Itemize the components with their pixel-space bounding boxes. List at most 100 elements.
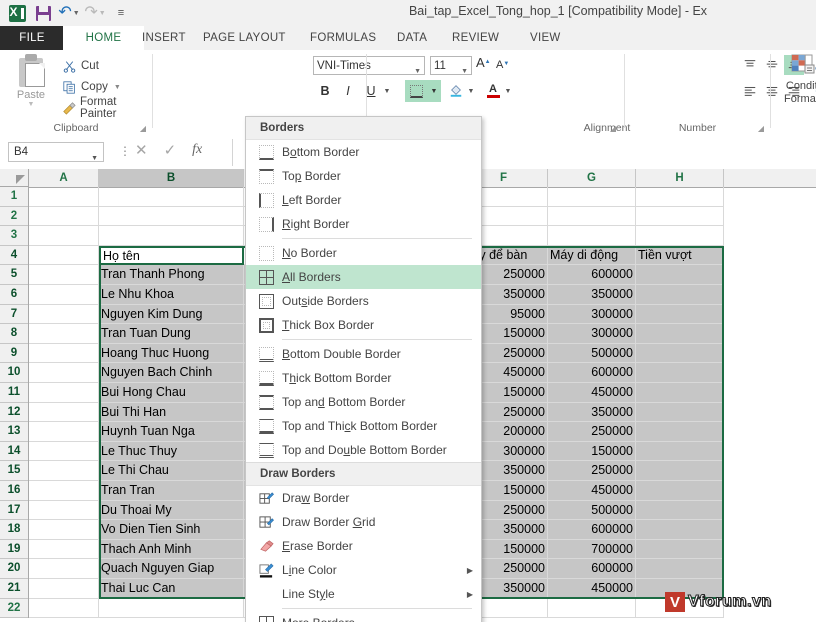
tab-view[interactable]: VIEW [521, 26, 570, 50]
row-header-7[interactable]: 7 [0, 305, 28, 325]
cell-H11[interactable] [636, 383, 724, 403]
cell-A3[interactable] [29, 226, 99, 246]
cell-H9[interactable] [636, 343, 724, 364]
confirm-entry-icon[interactable]: ✓ [164, 141, 177, 159]
row-header-2[interactable]: 2 [0, 207, 28, 227]
cell-A20[interactable] [29, 559, 99, 579]
cell-B22[interactable] [99, 598, 244, 619]
row-header-22[interactable]: 22 [0, 599, 28, 619]
tab-home[interactable]: HOME [63, 26, 144, 50]
cell-A7[interactable] [29, 304, 99, 325]
menu-item-top-and-double-bottom[interactable]: Top and Double Bottom Border [246, 438, 481, 462]
row-header-19[interactable]: 19 [0, 540, 28, 560]
menu-item-right-border[interactable]: Right Border [246, 212, 481, 236]
cell-G9[interactable]: 500000 [548, 343, 636, 364]
tab-page-layout[interactable]: PAGE LAYOUT [194, 26, 295, 50]
cell-G7[interactable]: 300000 [548, 304, 636, 325]
menu-item-thick-bottom-border[interactable]: Thick Bottom Border [246, 366, 481, 390]
cell-B8[interactable]: Tran Tuan Dung [99, 324, 244, 344]
menu-item-more-borders[interactable]: More Borders... [246, 611, 481, 622]
row-header-21[interactable]: 21 [0, 579, 28, 599]
cell-G20[interactable]: 600000 [548, 559, 636, 579]
cell-G5[interactable]: 600000 [548, 265, 636, 285]
column-header-b[interactable]: B [99, 169, 244, 187]
tab-insert[interactable]: INSERT [133, 26, 195, 50]
cell-A1[interactable] [29, 187, 99, 207]
copy-button[interactable]: Copy ▼ [60, 77, 121, 97]
cell-H14[interactable] [636, 441, 724, 462]
cell-B12[interactable]: Bui Thi Han [99, 402, 244, 423]
cell-G12[interactable]: 350000 [548, 402, 636, 423]
row-header-13[interactable]: 13 [0, 422, 28, 442]
cell-H7[interactable] [636, 304, 724, 325]
cell-A16[interactable] [29, 481, 99, 501]
alignment-dialog-launcher-icon[interactable]: ◢ [610, 124, 616, 133]
cell-H19[interactable] [636, 539, 724, 560]
copy-dropdown-caret-icon[interactable]: ▼ [114, 84, 121, 91]
cell-B5[interactable]: Tran Thanh Phong [99, 265, 244, 285]
cancel-entry-icon[interactable]: ✕ [135, 141, 148, 159]
cell-G21[interactable]: 450000 [548, 579, 636, 599]
cell-A2[interactable] [29, 206, 99, 227]
cell-G2[interactable] [548, 206, 636, 227]
cell-A13[interactable] [29, 422, 99, 442]
cell-A6[interactable] [29, 285, 99, 305]
tab-formulas[interactable]: FORMULAS [301, 26, 385, 50]
cell-G19[interactable]: 700000 [548, 539, 636, 560]
active-cell-b4[interactable]: Họ tên [99, 245, 244, 266]
cell-B20[interactable]: Quach Nguyen Giap [99, 559, 244, 579]
row-header-9[interactable]: 9 [0, 344, 28, 364]
cell-H18[interactable] [636, 520, 724, 540]
row-header-20[interactable]: 20 [0, 559, 28, 579]
cell-G22[interactable] [548, 598, 636, 619]
cell-H2[interactable] [636, 206, 724, 227]
format-painter-button[interactable]: Format Painter [60, 96, 152, 120]
cell-H8[interactable] [636, 324, 724, 344]
cell-A8[interactable] [29, 324, 99, 344]
row-header-10[interactable]: 10 [0, 363, 28, 383]
cell-H17[interactable] [636, 500, 724, 521]
cell-B3[interactable] [99, 226, 244, 246]
menu-item-erase-border[interactable]: Erase Border [246, 534, 481, 558]
column-header-a[interactable]: A [29, 169, 99, 187]
cell-H13[interactable] [636, 422, 724, 442]
cell-A17[interactable] [29, 500, 99, 521]
cell-G6[interactable]: 350000 [548, 285, 636, 305]
row-header-16[interactable]: 16 [0, 481, 28, 501]
cell-B16[interactable]: Tran Tran [99, 481, 244, 501]
menu-item-line-style[interactable]: Line Style ▶ [246, 582, 481, 606]
cell-B1[interactable] [99, 187, 244, 207]
tab-data[interactable]: DATA [388, 26, 436, 50]
menu-item-left-border[interactable]: Left Border [246, 188, 481, 212]
clipboard-dialog-launcher-icon[interactable]: ◢ [140, 124, 146, 133]
cell-A9[interactable] [29, 343, 99, 364]
cell-G3[interactable] [548, 226, 636, 246]
cell-B6[interactable]: Le Nhu Khoa [99, 285, 244, 305]
cell-H16[interactable] [636, 481, 724, 501]
menu-item-all-borders[interactable]: All Borders [246, 265, 481, 289]
cut-button[interactable]: Cut [60, 56, 99, 76]
row-header-17[interactable]: 17 [0, 501, 28, 521]
row-header-4[interactable]: 4 [0, 246, 28, 266]
cell-A12[interactable] [29, 402, 99, 423]
cell-A10[interactable] [29, 363, 99, 383]
menu-item-top-and-bottom-border[interactable]: Top and Bottom Border [246, 390, 481, 414]
cell-B10[interactable]: Nguyen Bach Chinh [99, 363, 244, 383]
cell-H5[interactable] [636, 265, 724, 285]
row-header-5[interactable]: 5 [0, 265, 28, 285]
cell-B14[interactable]: Le Thuc Thuy [99, 441, 244, 462]
cell-G13[interactable]: 250000 [548, 422, 636, 442]
menu-item-draw-border[interactable]: Draw Border [246, 486, 481, 510]
row-header-8[interactable]: 8 [0, 324, 28, 344]
row-header-1[interactable]: 1 [0, 187, 28, 207]
cell-H10[interactable] [636, 363, 724, 383]
name-box-caret-icon[interactable]: ▼ [91, 149, 98, 168]
menu-item-bottom-border[interactable]: Bottom Border [246, 140, 481, 164]
cell-G14[interactable]: 150000 [548, 441, 636, 462]
italic-button[interactable]: I [338, 81, 358, 101]
borders-dropdown-menu[interactable]: Borders Bottom Border Top Border Left Bord… [245, 116, 482, 622]
tab-file[interactable]: FILE [0, 26, 64, 50]
conditional-formatting-button[interactable]: Conditi Formatt [776, 54, 816, 106]
column-header-g[interactable]: G [548, 169, 636, 187]
column-header-h[interactable]: H [636, 169, 724, 187]
